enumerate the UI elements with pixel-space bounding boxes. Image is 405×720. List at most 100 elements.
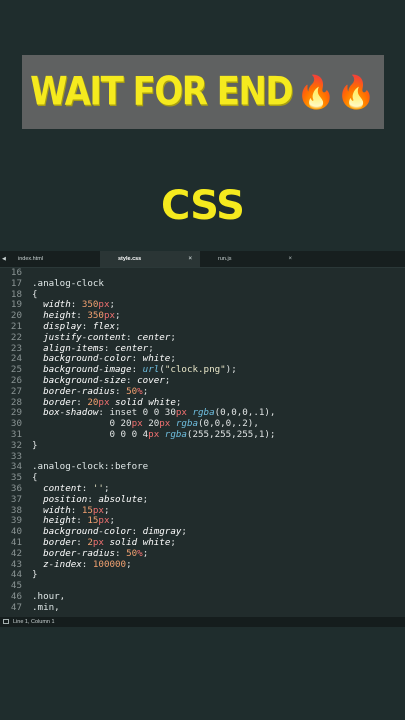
code-text: z-index: 100000; — [32, 558, 132, 571]
tab-label: index.html — [18, 256, 44, 262]
code-token: px — [92, 536, 104, 548]
banner-title: WAIT FOR END — [30, 69, 294, 115]
status-bar: Line 1, Column 1 — [0, 617, 405, 627]
code-token: background-image — [32, 364, 132, 376]
line-number: 37 — [10, 493, 22, 505]
code-token: box-shadow — [32, 407, 99, 419]
code-token: 20 — [142, 418, 160, 430]
code-token: ; — [103, 482, 110, 494]
css-heading: CSS — [161, 183, 245, 229]
panel-toggle-icon[interactable] — [3, 619, 9, 624]
code-token: 15 — [81, 504, 93, 516]
code-token: border-radius — [32, 547, 115, 559]
code-line: 17 .analog-clock — [0, 277, 405, 290]
code-token: z-index — [32, 558, 82, 570]
line-number: 27 — [10, 385, 22, 397]
code-token: ; — [148, 342, 154, 354]
code-token: url — [142, 364, 160, 376]
tab-index-html[interactable]: index.html — [0, 251, 100, 267]
code-line: 46 .hour, — [0, 590, 405, 603]
code-line: 34 .analog-clock::before — [0, 461, 405, 473]
code-token: background-size — [32, 374, 127, 386]
code-token: center — [115, 342, 149, 354]
code-token: 350 — [87, 310, 104, 322]
code-token: .analog-clock::before — [32, 461, 149, 473]
tab-style-css[interactable]: style.css × — [100, 251, 200, 267]
code-token: background-color — [32, 526, 132, 538]
code-token: inset 0 0 30 — [109, 407, 176, 419]
code-token: px — [98, 299, 110, 311]
line-number: 22 — [10, 331, 22, 343]
code-token: px — [103, 310, 116, 322]
code-text: .min, — [32, 601, 60, 614]
code-token: } — [32, 569, 38, 581]
code-token: : — [131, 526, 143, 538]
code-token: , — [59, 590, 66, 602]
code-line: 43 z-index: 100000; — [0, 558, 405, 571]
code-line: 44} — [0, 569, 405, 581]
code-token: height — [32, 310, 77, 322]
code-line: 47 .min, — [0, 601, 405, 614]
code-token: { — [32, 472, 38, 484]
code-token: .min — [32, 601, 55, 613]
code-token: ; — [115, 310, 121, 322]
code-token: : — [114, 547, 127, 559]
code-token: "clock.png" — [164, 364, 226, 376]
code-token: solid white — [109, 396, 176, 408]
line-number: 47 — [10, 601, 22, 613]
tab-label: style.css — [118, 256, 142, 262]
code-token: rgba — [186, 407, 215, 419]
tab-run-js[interactable]: run.js × — [200, 251, 300, 267]
code-token: solid white — [103, 536, 171, 548]
code-token: align-items — [32, 342, 104, 354]
code-token: 15 — [87, 515, 99, 527]
code-token: px — [175, 407, 187, 419]
code-token: ; — [142, 547, 149, 559]
code-text: } — [32, 439, 38, 452]
code-token: content — [32, 482, 82, 494]
code-token: (0,0,0,.1), — [214, 407, 276, 419]
code-token: absolute — [98, 493, 143, 505]
close-icon[interactable]: × — [288, 251, 292, 267]
code-token: ; — [142, 493, 149, 505]
code-area[interactable]: 16 17 .analog-clock 18{19 width: 350px; 20 h… — [0, 268, 405, 617]
code-text: 0 0 0 4px rgba(255,255,255,1); — [32, 428, 276, 441]
code-token: 350 — [81, 299, 99, 311]
code-token: : — [81, 558, 93, 570]
code-token: 0 0 0 4 — [32, 428, 149, 440]
code-token: border — [32, 536, 77, 548]
code-token: white — [142, 353, 171, 365]
tab-label: run.js — [218, 256, 232, 262]
line-number: 32 — [10, 439, 22, 451]
code-token: : — [76, 310, 88, 322]
code-token: (255,255,255,1); — [186, 428, 276, 440]
code-text: .analog-clock — [32, 277, 104, 290]
code-token: rgba — [170, 418, 199, 430]
code-token: display — [32, 320, 82, 332]
code-token: .analog-clock — [32, 277, 104, 289]
code-editor: ◀ index.html style.css × run.js × 16 17 .a… — [0, 251, 405, 627]
code-token: ; — [181, 526, 187, 538]
code-token: : — [103, 342, 115, 354]
line-number: 17 — [10, 277, 22, 289]
code-token: px — [98, 515, 110, 527]
code-token: height — [32, 515, 77, 527]
code-token: '' — [92, 482, 104, 494]
code-token: : — [131, 364, 143, 376]
code-token: 100000 — [92, 558, 127, 570]
code-token: (0,0,0,.2), — [198, 418, 259, 430]
code-token: px — [131, 418, 143, 430]
code-token: : — [126, 331, 138, 343]
code-token: ; — [103, 504, 110, 516]
code-token: border-radius — [32, 385, 115, 397]
code-line: 31 0 0 0 4px rgba(255,255,255,1); — [0, 428, 405, 441]
code-token: width — [32, 299, 71, 311]
code-token: } — [32, 439, 38, 451]
code-line: 32} — [0, 439, 405, 452]
code-token: 20 — [87, 396, 99, 408]
close-icon[interactable]: × — [188, 251, 192, 267]
code-token: : — [70, 504, 82, 516]
code-token: : — [98, 407, 110, 419]
code-token: : — [81, 482, 93, 494]
code-token: : — [76, 515, 88, 527]
